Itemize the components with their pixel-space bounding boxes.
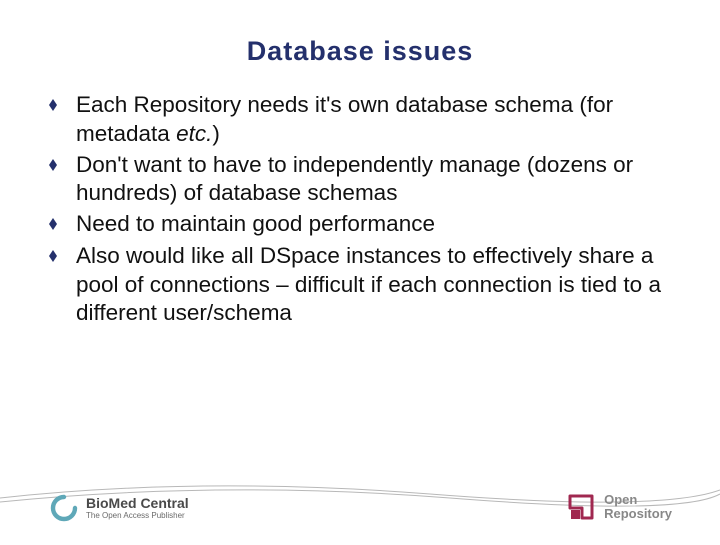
text-pre: Don't want to have to independently mana…	[76, 152, 633, 206]
logo-text-block: BioMed Central The Open Access Publisher	[86, 496, 189, 520]
open-repository-icon	[566, 492, 596, 522]
open-circle-icon	[50, 494, 78, 522]
diamond-icon	[48, 95, 58, 121]
list-item-text: Also would like all DSpace instances to …	[76, 242, 668, 328]
list-item: Don't want to have to independently mana…	[48, 151, 668, 209]
text-pre: Also would like all DSpace instances to …	[76, 243, 661, 326]
list-item: Each Repository needs it's own database …	[48, 91, 668, 149]
logo-line1: Open	[604, 493, 672, 507]
list-item-text: Each Repository needs it's own database …	[76, 91, 668, 149]
text-pre: Need to maintain good performance	[76, 211, 435, 236]
text-pre: Each Repository needs it's own database …	[76, 92, 613, 146]
slide: Database issues Each Repository needs it…	[0, 0, 720, 540]
diamond-icon	[48, 155, 58, 181]
bullet-list: Each Repository needs it's own database …	[42, 91, 678, 328]
text-em: etc.	[176, 121, 212, 146]
logo-main-text: BioMed Central	[86, 496, 189, 510]
list-item-text: Don't want to have to independently mana…	[76, 151, 668, 209]
footer: BioMed Central The Open Access Publisher…	[0, 468, 720, 540]
logo-sub-text: The Open Access Publisher	[86, 511, 189, 520]
list-item-text: Need to maintain good performance	[76, 210, 435, 239]
biomed-central-logo: BioMed Central The Open Access Publisher	[50, 494, 189, 522]
logo-line2: Repository	[604, 507, 672, 521]
diamond-icon	[48, 214, 58, 240]
diamond-icon	[48, 246, 58, 272]
list-item: Also would like all DSpace instances to …	[48, 242, 668, 328]
list-item: Need to maintain good performance	[48, 210, 668, 240]
logo-text-block: Open Repository	[604, 493, 672, 520]
open-repository-logo: Open Repository	[566, 492, 672, 522]
slide-title: Database issues	[42, 36, 678, 67]
text-post: )	[212, 121, 220, 146]
